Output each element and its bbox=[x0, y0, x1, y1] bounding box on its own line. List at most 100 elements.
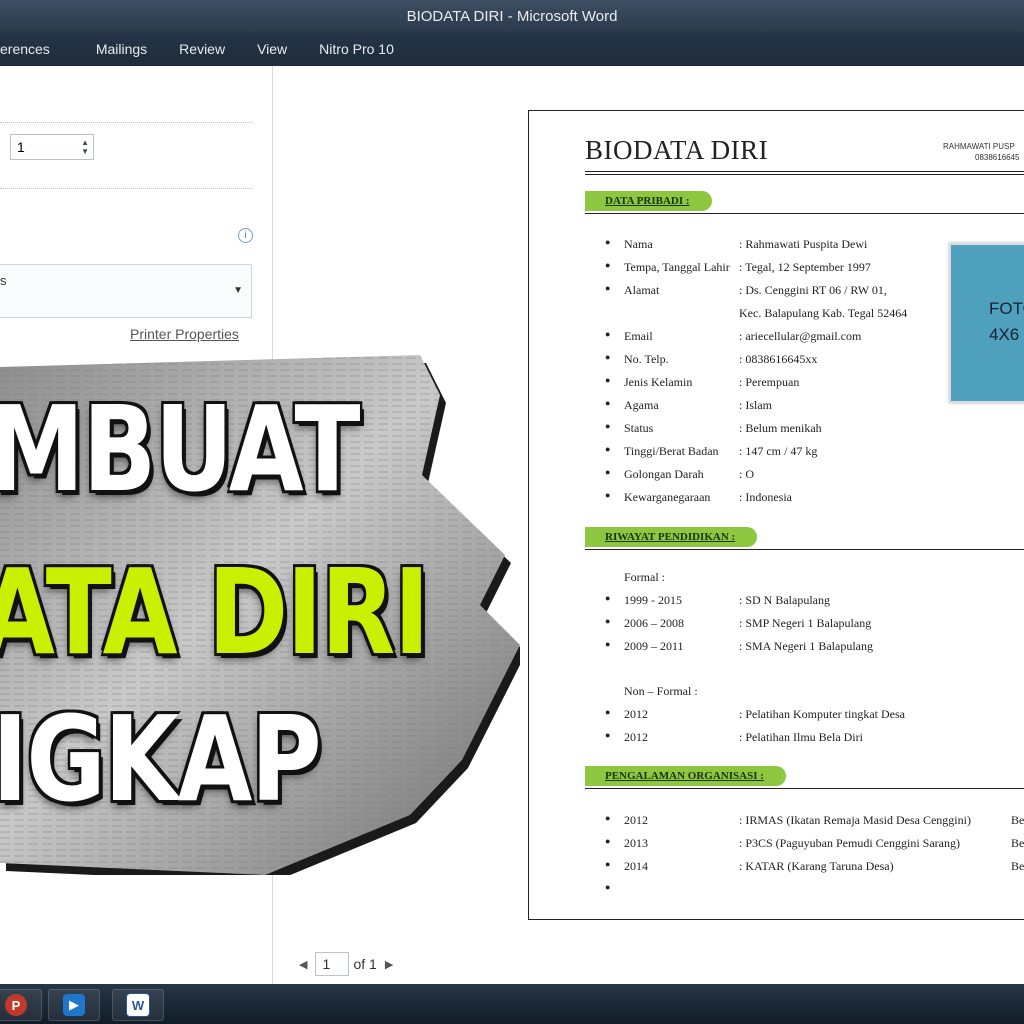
row-value: : Tegal, 12 September 1997 bbox=[739, 260, 871, 274]
bullet-icon: ● bbox=[605, 836, 611, 846]
divider bbox=[0, 122, 252, 123]
header-phone: 0838616645 bbox=[975, 153, 1020, 162]
taskbar: P ▶ W bbox=[0, 984, 1024, 1024]
next-page-icon[interactable]: ▶ bbox=[377, 958, 401, 971]
bullet-icon: ● bbox=[605, 639, 611, 649]
spin-up-icon[interactable]: ▲ bbox=[81, 138, 89, 147]
bullet-icon: ● bbox=[605, 283, 611, 293]
row-key: Tinggi/Berat Badan bbox=[624, 444, 719, 458]
page-count: of 1 bbox=[353, 956, 377, 972]
row-value: : Rahmawati Puspita Dewi bbox=[739, 237, 868, 251]
banner-line-2: ATA DIRI bbox=[0, 543, 430, 681]
photo-size: 4X6 bbox=[989, 325, 1020, 344]
row-key: 2013 bbox=[624, 836, 648, 850]
row-key: Email bbox=[624, 329, 653, 343]
row-value: : KATAR (Karang Taruna Desa) bbox=[739, 859, 894, 873]
taskbar-word[interactable]: W bbox=[112, 989, 164, 1021]
row-value: : Pelatihan Komputer tingkat Desa bbox=[739, 707, 905, 721]
row-value: : Islam bbox=[739, 398, 772, 412]
row-key: 2012 bbox=[624, 813, 648, 827]
word-icon: W bbox=[126, 993, 150, 1017]
row-key: 2009 – 2011 bbox=[624, 639, 684, 653]
header-contact: RAHMAWATI PUSP 0838616645 bbox=[943, 141, 1020, 163]
document-title: BIODATA DIRI bbox=[585, 135, 769, 165]
media-player-icon: ▶ bbox=[63, 994, 85, 1016]
row-value: : SMP Negeri 1 Balapulang bbox=[739, 616, 872, 630]
row-key: 1999 - 2015 bbox=[624, 593, 682, 607]
spin-arrows[interactable]: ▲ ▼ bbox=[81, 138, 89, 156]
formal-label: Formal : bbox=[624, 570, 665, 584]
bullet-icon: ● bbox=[605, 375, 611, 385]
bullet-icon: ● bbox=[605, 444, 611, 454]
tab-nitro-pro[interactable]: Nitro Pro 10 bbox=[303, 41, 410, 57]
row-value: : IRMAS (Ikatan Remaja Masid Desa Cenggi… bbox=[739, 813, 971, 827]
bullet-icon: ● bbox=[605, 398, 611, 408]
section-data-pribadi: DATA PRIBADI : bbox=[585, 191, 712, 211]
bullet-icon: ● bbox=[605, 421, 611, 431]
row-value: : SD N Balapulang bbox=[739, 593, 830, 607]
photo-label: FOTO bbox=[989, 299, 1024, 318]
taskbar-media-player[interactable]: ▶ bbox=[48, 989, 100, 1021]
row-key: Agama bbox=[624, 398, 659, 412]
row-value: : Indonesia bbox=[739, 490, 792, 504]
row-value: : Belum menikah bbox=[739, 421, 822, 435]
header-name: RAHMAWATI PUSP bbox=[943, 142, 1015, 151]
bullet-icon: ● bbox=[605, 467, 611, 477]
row-extra: Be bbox=[1011, 813, 1024, 827]
row-value: : Perempuan bbox=[739, 375, 800, 389]
nonformal-label: Non – Formal : bbox=[624, 684, 698, 698]
bullet-icon: ● bbox=[605, 260, 611, 270]
tab-mailings[interactable]: Mailings bbox=[80, 41, 163, 57]
row-key: 2012 bbox=[624, 730, 648, 744]
row-key: Status bbox=[624, 421, 654, 435]
bullet-icon: ● bbox=[605, 237, 611, 247]
row-key: Kewarganegaraan bbox=[624, 490, 711, 504]
bullet-icon: ● bbox=[605, 490, 611, 500]
tab-references[interactable]: erences bbox=[0, 41, 80, 57]
printer-name: s bbox=[0, 273, 7, 288]
page-number-input[interactable]: 1 bbox=[315, 952, 350, 976]
row-key: Tempa, Tanggal Lahir bbox=[624, 260, 730, 274]
row-extra: Be bbox=[1011, 836, 1024, 850]
header-rule bbox=[585, 171, 1024, 175]
taskbar-pdf-app[interactable]: P bbox=[0, 989, 42, 1021]
copies-spinner[interactable]: 1 ▲ ▼ bbox=[10, 134, 94, 160]
previous-page-icon[interactable]: ◀ bbox=[291, 958, 315, 971]
divider bbox=[0, 188, 252, 189]
document-page: BIODATA DIRI RAHMAWATI PUSP 0838616645 D… bbox=[528, 110, 1024, 920]
tab-review[interactable]: Review bbox=[163, 41, 241, 57]
row-value: : Ds. Cenggini RT 06 / RW 01, bbox=[739, 283, 887, 297]
section-line bbox=[585, 213, 1024, 214]
bullet-icon: ● bbox=[605, 859, 611, 869]
tab-view[interactable]: View bbox=[241, 41, 303, 57]
bullet-icon: ● bbox=[605, 882, 611, 892]
info-icon[interactable]: i bbox=[238, 228, 253, 243]
row-value: : 0838616645xx bbox=[739, 352, 818, 366]
row-value: : 147 cm / 47 kg bbox=[739, 444, 818, 458]
pdf-app-icon: P bbox=[5, 994, 27, 1016]
row-value: : O bbox=[739, 467, 754, 481]
printer-dropdown[interactable]: s ▼ bbox=[0, 264, 252, 318]
chevron-down-icon: ▼ bbox=[233, 285, 243, 296]
bullet-icon: ● bbox=[605, 730, 611, 740]
row-value: : P3CS (Paguyuban Pemudi Cenggini Sarang… bbox=[739, 836, 960, 850]
section-pengalaman-organisasi: PENGALAMAN ORGANISASI : bbox=[585, 766, 786, 786]
spin-down-icon[interactable]: ▼ bbox=[81, 147, 89, 156]
section-line bbox=[585, 549, 1024, 550]
row-key: Nama bbox=[624, 237, 653, 251]
bullet-icon: ● bbox=[605, 329, 611, 339]
row-key: Golongan Darah bbox=[624, 467, 704, 481]
row-value: Kec. Balapulang Kab. Tegal 52464 bbox=[739, 306, 908, 320]
row-key: Alamat bbox=[624, 283, 660, 297]
window-title: BIODATA DIRI - Microsoft Word bbox=[406, 7, 618, 25]
bullet-icon: ● bbox=[605, 707, 611, 717]
row-extra: Be bbox=[1011, 859, 1024, 873]
printer-properties-link[interactable]: Printer Properties bbox=[130, 326, 239, 342]
banner-line-3: IGKAP bbox=[0, 690, 322, 828]
photo-placeholder: FOTO 4X6 bbox=[949, 243, 1024, 403]
row-value: : ariecellular@gmail.com bbox=[739, 329, 862, 343]
row-key: Jenis Kelamin bbox=[624, 375, 693, 389]
copies-value: 1 bbox=[17, 139, 25, 155]
section-line bbox=[585, 788, 1024, 789]
banner-line-1: MBUAT bbox=[0, 380, 360, 518]
